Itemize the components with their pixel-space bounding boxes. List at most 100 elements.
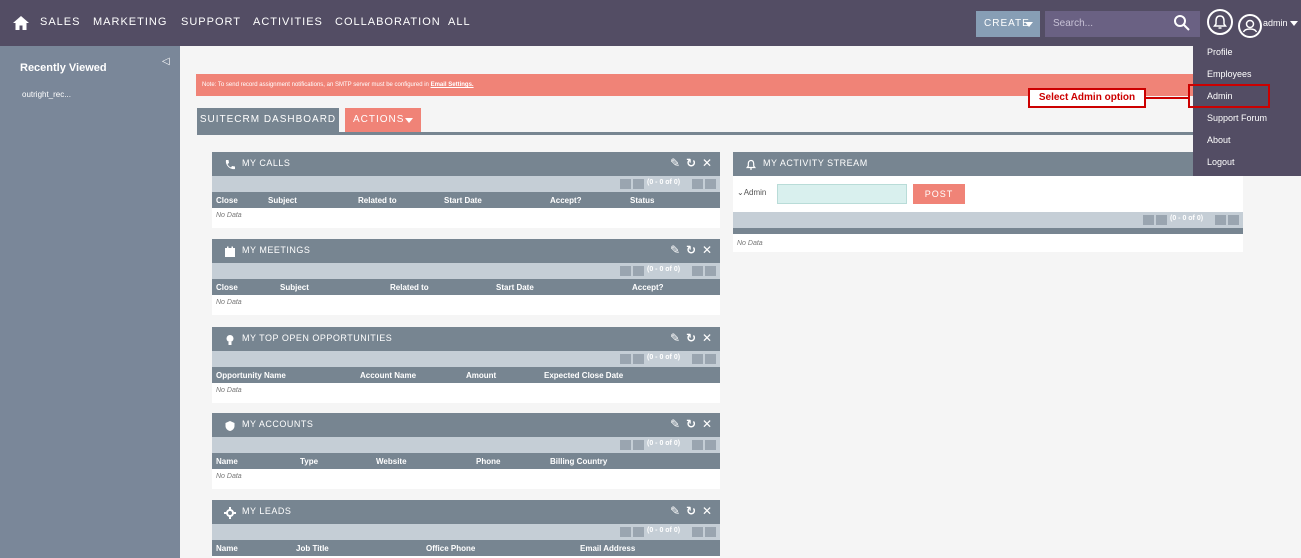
close-icon[interactable]: ✕ [702,417,712,431]
menu-item-about[interactable]: About [1207,135,1231,145]
prev-page-button[interactable] [633,179,644,189]
column-header[interactable]: Related to [358,196,397,205]
column-header[interactable]: Account Name [360,371,416,380]
first-page-button[interactable] [620,354,631,364]
pagination-text: (0 - 0 of 0) [1170,215,1204,222]
prev-page-button[interactable] [1156,215,1167,225]
collapse-sidebar-icon[interactable]: ◁ [162,56,170,67]
nav-sales[interactable]: SALES [40,16,80,28]
close-icon[interactable]: ✕ [702,243,712,257]
pagination-bar: (0 - 0 of 0) [212,437,720,453]
create-button[interactable]: CREATE [976,11,1040,37]
next-page-button[interactable] [1215,215,1226,225]
last-page-button[interactable] [705,440,716,450]
first-page-button[interactable] [620,440,631,450]
dashlet-tools: ✎ ↻ ✕ [666,243,714,259]
column-header[interactable]: Status [630,196,654,205]
bell-icon[interactable] [1207,9,1233,35]
column-header[interactable]: Related to [390,283,429,292]
column-header[interactable]: Website [376,457,407,466]
last-page-button[interactable] [705,266,716,276]
column-header[interactable]: Start Date [444,196,482,205]
menu-item-logout[interactable]: Logout [1207,157,1235,167]
actions-button[interactable]: ACTIONS [345,108,421,132]
column-header[interactable]: Subject [280,283,309,292]
pagination-text: (0 - 0 of 0) [647,527,681,534]
next-page-button[interactable] [692,179,703,189]
close-icon[interactable]: ✕ [702,156,712,170]
nav-collaboration[interactable]: COLLABORATION [335,16,441,28]
edit-icon[interactable]: ✎ [670,243,680,257]
column-header[interactable]: Start Date [496,283,534,292]
last-page-button[interactable] [705,179,716,189]
post-button[interactable]: POST [913,184,965,204]
column-headers: Name Job Title Office Phone Email Addres… [212,540,720,556]
column-header[interactable]: Close [216,283,238,292]
menu-item-employees[interactable]: Employees [1207,69,1252,79]
nav-marketing[interactable]: MARKETING [93,16,167,28]
column-header[interactable]: Type [300,457,318,466]
search-icon[interactable] [1173,14,1191,32]
column-headers: Name Type Website Phone Billing Country [212,453,720,469]
prev-page-button[interactable] [633,354,644,364]
edit-icon[interactable]: ✎ [670,504,680,518]
activity-user-toggle[interactable]: ⌄Admin [737,188,766,197]
column-header[interactable]: Expected Close Date [544,371,623,380]
nav-support[interactable]: SUPPORT [181,16,241,28]
nav-all[interactable]: ALL [448,16,471,28]
sidebar-item-recent[interactable]: outright_rec... [22,90,71,99]
first-page-button[interactable] [620,266,631,276]
column-header[interactable]: Name [216,544,238,553]
refresh-icon[interactable]: ↻ [686,417,696,431]
prev-page-button[interactable] [633,527,644,537]
calendar-icon [224,245,236,257]
close-icon[interactable]: ✕ [702,504,712,518]
column-header[interactable]: Office Phone [426,544,475,553]
tab-suitecrm-dashboard[interactable]: SUITECRM DASHBOARD [197,108,339,132]
column-header[interactable]: Billing Country [550,457,607,466]
user-menu-toggle[interactable]: admin [1263,18,1298,28]
dashlet-title: MY TOP OPEN OPPORTUNITIES [242,333,393,343]
last-page-button[interactable] [705,527,716,537]
column-header[interactable]: Name [216,457,238,466]
refresh-icon[interactable]: ↻ [686,331,696,345]
refresh-icon[interactable]: ↻ [686,156,696,170]
first-page-button[interactable] [620,179,631,189]
email-settings-link[interactable]: Email Settings. [431,82,474,88]
last-page-button[interactable] [1228,215,1239,225]
create-label: CREATE [984,18,1030,29]
close-icon[interactable]: ✕ [702,331,712,345]
column-header[interactable]: Amount [466,371,496,380]
column-header[interactable]: Accept? [550,196,582,205]
dashlet-my-calls: MY CALLS ✎ ↻ ✕ (0 - 0 of 0) Close Subjec… [212,152,720,228]
user-icon[interactable] [1238,14,1262,38]
column-header[interactable]: Job Title [296,544,329,553]
refresh-icon[interactable]: ↻ [686,504,696,518]
edit-icon[interactable]: ✎ [670,417,680,431]
activity-post-input[interactable] [777,184,907,204]
no-data-text: No Data [216,473,242,480]
column-header[interactable]: Subject [268,196,297,205]
last-page-button[interactable] [705,354,716,364]
first-page-button[interactable] [620,527,631,537]
prev-page-button[interactable] [633,440,644,450]
nav-activities[interactable]: ACTIVITIES [253,16,323,28]
column-header[interactable]: Opportunity Name [216,371,286,380]
home-icon[interactable] [12,14,30,32]
next-page-button[interactable] [692,266,703,276]
refresh-icon[interactable]: ↻ [686,243,696,257]
edit-icon[interactable]: ✎ [670,156,680,170]
next-page-button[interactable] [692,440,703,450]
dashlet-tools: ✎ ↻ ✕ [666,156,714,172]
next-page-button[interactable] [692,354,703,364]
column-header[interactable]: Phone [476,457,500,466]
next-page-button[interactable] [692,527,703,537]
menu-item-profile[interactable]: Profile [1207,47,1233,57]
column-header[interactable]: Email Address [580,544,635,553]
menu-item-support-forum[interactable]: Support Forum [1207,113,1267,123]
column-header[interactable]: Accept? [632,283,664,292]
column-header[interactable]: Close [216,196,238,205]
first-page-button[interactable] [1143,215,1154,225]
edit-icon[interactable]: ✎ [670,331,680,345]
prev-page-button[interactable] [633,266,644,276]
